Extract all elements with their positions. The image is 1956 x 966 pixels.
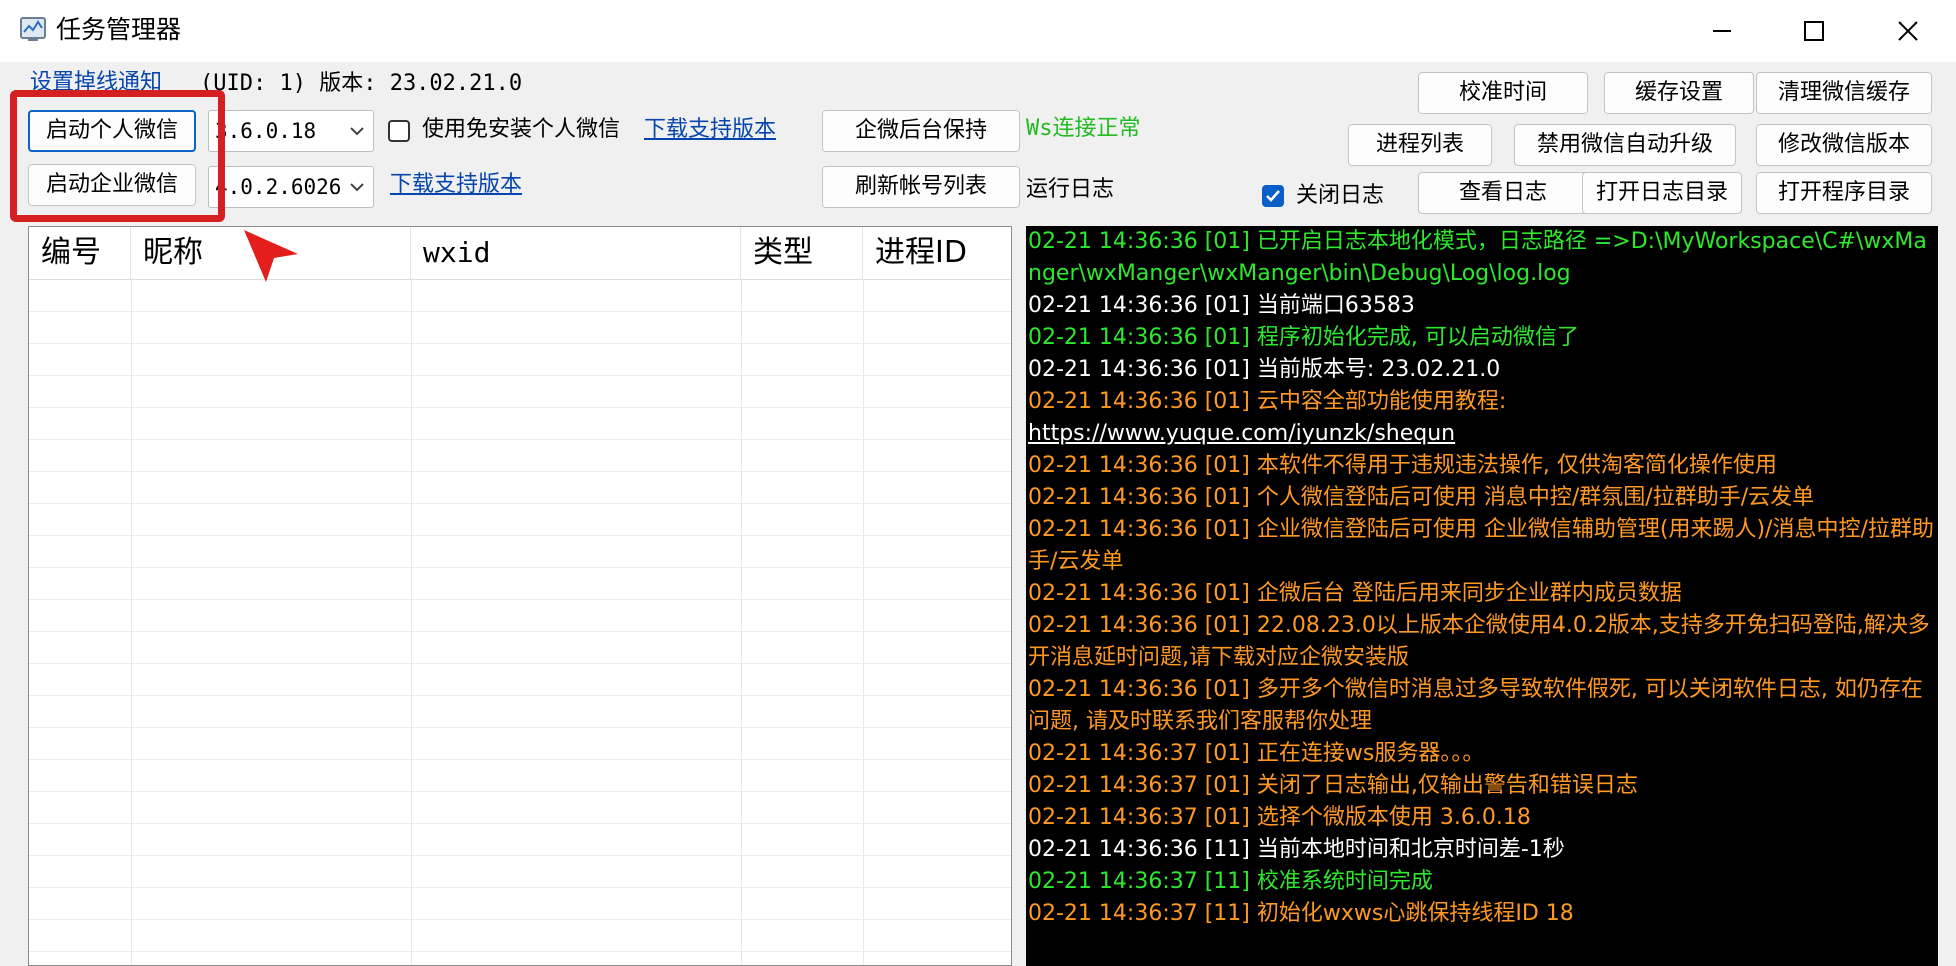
column-header-wxid[interactable]: wxid (411, 227, 741, 279)
log-line: 02-21 14:36:37 [01] 正在连接ws服务器。。。 (1028, 741, 1485, 766)
log-line: 02-21 14:36:37 [01] 关闭了日志输出,仅输出警告和错误日志 (1028, 773, 1638, 798)
column-header-number[interactable]: 编号 (29, 227, 131, 279)
calibrate-time-button[interactable]: 校准时间 (1418, 72, 1588, 114)
column-divider (411, 279, 412, 965)
close-icon (1898, 21, 1918, 41)
window-title: 任务管理器 (56, 15, 182, 44)
personal-version-value: 3.6.0.18 (215, 119, 317, 143)
close-log-label: 关闭日志 (1296, 183, 1385, 208)
log-line: 02-21 14:36:36 [01] 云中容全部功能使用教程: (1028, 389, 1507, 414)
column-divider (741, 279, 742, 965)
table-row-line (29, 503, 1011, 504)
run-log-panel[interactable]: 02-21 14:36:36 [01] 已开启日志本地化模式，日志路径 =>D:… (1026, 226, 1938, 966)
table-row-line (29, 695, 1011, 696)
table-row-line (29, 727, 1011, 728)
column-header-process-id[interactable]: 进程ID (863, 227, 1011, 279)
log-line: 02-21 14:36:36 [01] 当前端口63583 (1028, 293, 1415, 318)
personal-download-link[interactable]: 下载支持版本 (644, 115, 776, 145)
log-line: 02-21 14:36:36 [01] 本软件不得用于违规违法操作, 仅供淘客简… (1028, 453, 1777, 478)
table-row-line (29, 535, 1011, 536)
cache-settings-button[interactable]: 缓存设置 (1604, 72, 1754, 114)
close-window-button[interactable] (1862, 0, 1954, 62)
log-line: 02-21 14:36:36 [01] 企微后台 登陆后用来同步企业群内成员数据 (1028, 581, 1682, 606)
table-row-line (29, 951, 1011, 952)
log-line: 02-21 14:36:36 [01] 多开多个微信时消息过多导致软件假死, 可… (1028, 677, 1923, 734)
log-line: 02-21 14:36:36 [01] 当前版本号: 23.02.21.0 (1028, 357, 1501, 382)
minimize-icon (1713, 30, 1731, 32)
portable-wechat-label: 使用免安装个人微信 (422, 117, 621, 142)
maximize-button[interactable] (1768, 0, 1860, 62)
table-row-line (29, 631, 1011, 632)
enterprise-download-link[interactable]: 下载支持版本 (390, 170, 522, 200)
log-line: 02-21 14:36:36 [11] 当前本地时间和北京时间差-1秒 (1028, 837, 1565, 862)
log-line: 02-21 14:36:37 [11] 初始化wxws心跳保持线程ID 18 (1028, 901, 1574, 926)
enterprise-version-select[interactable]: 4.0.2.6026 (208, 166, 374, 208)
disable-auto-upgrade-button[interactable]: 禁用微信自动升级 (1514, 124, 1736, 166)
close-log-checkbox[interactable] (1262, 185, 1284, 207)
log-line: https://www.yuque.com/iyunzk/shequn (1028, 421, 1456, 446)
table-row-line (29, 343, 1011, 344)
log-line: 02-21 14:36:37 [01] 选择个微版本使用 3.6.0.18 (1028, 805, 1531, 830)
table-row-line (29, 919, 1011, 920)
table-header: 编号 昵称 wxid 类型 进程ID (29, 227, 1011, 280)
clear-wechat-cache-button[interactable]: 清理微信缓存 (1756, 72, 1932, 114)
wecom-keepalive-button[interactable]: 企微后台保持 (822, 110, 1020, 152)
open-program-dir-button[interactable]: 打开程序目录 (1756, 172, 1932, 214)
checkmark-icon (1266, 190, 1280, 202)
accounts-table[interactable]: 编号 昵称 wxid 类型 进程ID (28, 226, 1012, 966)
column-header-type[interactable]: 类型 (741, 227, 863, 279)
view-log-button[interactable]: 查看日志 (1418, 172, 1588, 214)
log-line: 02-21 14:36:36 [01] 个人微信登陆后可使用 消息中控/群氛围/… (1028, 485, 1815, 510)
table-row-line (29, 375, 1011, 376)
run-log-label: 运行日志 (1026, 177, 1115, 202)
task-manager-app-icon (20, 16, 48, 42)
column-divider (131, 279, 132, 965)
annotation-arrow-icon (238, 224, 302, 290)
log-line: 02-21 14:36:36 [01] 已开启日志本地化模式，日志路径 =>D:… (1028, 229, 1927, 286)
modify-wechat-version-button[interactable]: 修改微信版本 (1756, 124, 1932, 166)
table-row-line (29, 311, 1011, 312)
table-row-line (29, 855, 1011, 856)
enterprise-version-value: 4.0.2.6026 (215, 175, 342, 199)
chevron-down-icon (350, 127, 364, 136)
title-bar (0, 0, 1956, 62)
table-row-line (29, 663, 1011, 664)
personal-version-select[interactable]: 3.6.0.18 (208, 110, 374, 152)
log-line: 02-21 14:36:36 [01] 22.08.23.0以上版本企微使用4.… (1028, 613, 1930, 670)
refresh-accounts-button[interactable]: 刷新帐号列表 (822, 166, 1020, 208)
table-row-line (29, 439, 1011, 440)
log-line: 02-21 14:36:36 [01] 程序初始化完成, 可以启动微信了 (1028, 325, 1579, 350)
log-line: 02-21 14:36:37 [11] 校准系统时间完成 (1028, 869, 1433, 894)
table-row-line (29, 823, 1011, 824)
maximize-icon (1804, 21, 1824, 41)
table-row-line (29, 567, 1011, 568)
minimize-button[interactable] (1676, 0, 1768, 62)
table-row-line (29, 759, 1011, 760)
process-list-button[interactable]: 进程列表 (1348, 124, 1492, 166)
annotation-highlight-box (10, 90, 225, 222)
log-line: 02-21 14:36:36 [01] 企业微信登陆后可使用 企业微信辅助管理(… (1028, 517, 1934, 574)
portable-wechat-checkbox[interactable] (388, 120, 410, 142)
open-log-dir-button[interactable]: 打开日志目录 (1582, 172, 1742, 214)
ws-status-label: Ws连接正常 (1026, 116, 1141, 141)
table-row-line (29, 599, 1011, 600)
table-row-line (29, 407, 1011, 408)
table-row-line (29, 471, 1011, 472)
chevron-down-icon (350, 183, 364, 192)
column-divider (863, 279, 864, 965)
table-row-line (29, 887, 1011, 888)
table-row-line (29, 791, 1011, 792)
uid-version-label: (UID: 1) 版本: 23.02.21.0 (200, 71, 523, 96)
